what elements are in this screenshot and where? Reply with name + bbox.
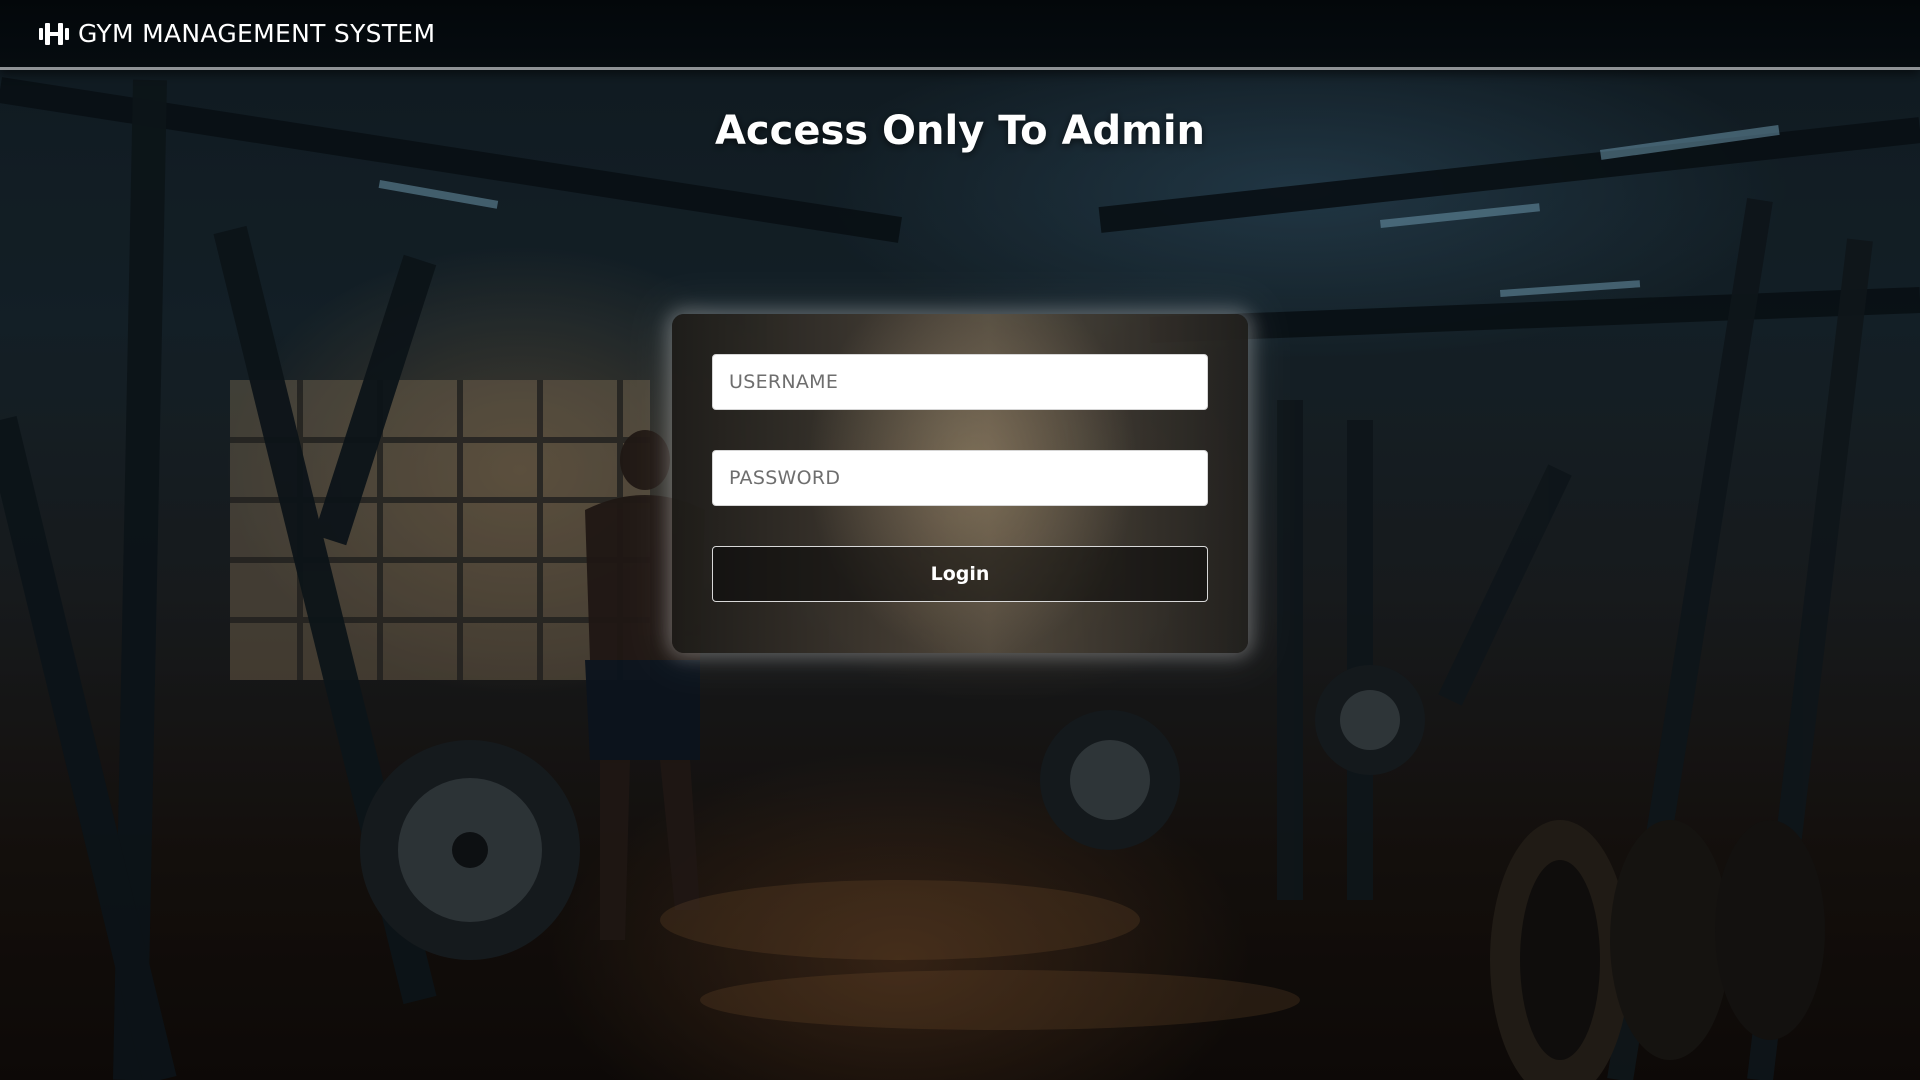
brand-link[interactable]: GYM MANAGEMENT SYSTEM [38, 19, 435, 48]
brand-title: GYM MANAGEMENT SYSTEM [78, 19, 436, 48]
username-input[interactable] [712, 354, 1208, 410]
dumbbell-icon [38, 21, 70, 47]
top-navbar: GYM MANAGEMENT SYSTEM [0, 0, 1920, 70]
page-title: Access Only To Admin [714, 108, 1206, 154]
password-input[interactable] [712, 450, 1208, 506]
login-button[interactable]: Login [712, 546, 1208, 602]
login-form: Login [672, 314, 1248, 653]
